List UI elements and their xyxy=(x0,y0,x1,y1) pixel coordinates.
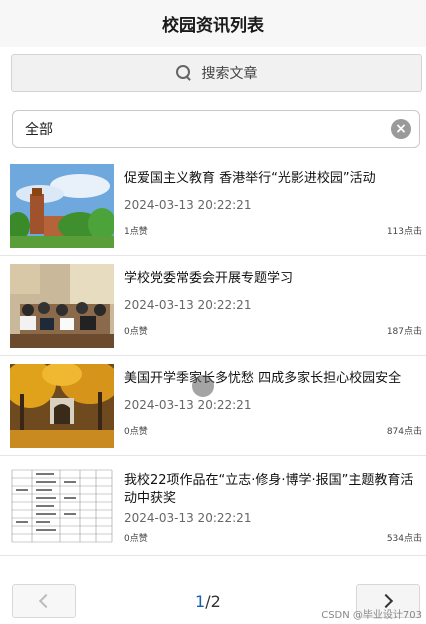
total-pages: /2 xyxy=(205,592,221,611)
list-item[interactable]: 美国开学季家长多忧愁 四成多家长担心校园安全 2024-03-13 20:22:… xyxy=(0,356,426,456)
category-filter-value: 全部 xyxy=(25,122,53,138)
article-likes: 0点赞 xyxy=(124,327,148,337)
article-clicks: 187点击 xyxy=(386,327,422,337)
page-indicator: 1/2 xyxy=(195,592,221,611)
current-page: 1 xyxy=(195,592,206,611)
list-item[interactable]: 促爱国主义教育 香港举行“光影进校园”活动 2024-03-13 20:22:2… xyxy=(0,156,426,256)
article-likes: 0点赞 xyxy=(124,534,148,544)
search-button[interactable]: 搜索文章 xyxy=(11,54,422,92)
article-date: 2024-03-13 20:22:21 xyxy=(124,398,252,412)
article-date: 2024-03-13 20:22:21 xyxy=(124,511,252,525)
article-thumbnail xyxy=(10,264,114,348)
touch-indicator xyxy=(192,375,214,397)
watermark: CSDN @毕业设计703 xyxy=(321,610,422,621)
search-icon xyxy=(175,65,192,81)
clear-icon[interactable]: × xyxy=(391,119,411,139)
article-title: 促爱国主义教育 香港举行“光影进校园”活动 xyxy=(124,171,376,186)
list-item[interactable]: 我校22项作品在“立志·修身·博学·报国”主题教育活动中获奖 2024-03-1… xyxy=(0,456,426,556)
article-list: 促爱国主义教育 香港举行“光影进校园”活动 2024-03-13 20:22:2… xyxy=(0,156,426,556)
article-title: 我校22项作品在“立志·修身·博学·报国”主题教育活动中获奖 xyxy=(124,473,414,506)
prev-page-button[interactable] xyxy=(12,584,76,618)
article-date: 2024-03-13 20:22:21 xyxy=(124,198,252,212)
article-clicks: 113点击 xyxy=(386,227,422,237)
page-title: 校园资讯列表 xyxy=(162,16,264,36)
article-thumbnail xyxy=(10,364,114,448)
article-title: 学校党委常委会开展专题学习 xyxy=(124,271,294,286)
article-date: 2024-03-13 20:22:21 xyxy=(124,298,252,312)
category-filter[interactable]: 全部 × xyxy=(12,110,420,148)
article-thumbnail xyxy=(10,164,114,248)
app-header: 校园资讯列表 xyxy=(0,0,426,47)
article-clicks: 534点击 xyxy=(386,534,422,544)
article-thumbnail xyxy=(10,464,114,548)
article-likes: 0点赞 xyxy=(124,427,148,437)
search-button-label: 搜索文章 xyxy=(201,66,258,82)
chevron-left-icon xyxy=(38,593,54,609)
article-title: 美国开学季家长多忧愁 四成多家长担心校园安全 xyxy=(124,371,402,386)
article-clicks: 874点击 xyxy=(386,427,422,437)
article-likes: 1点赞 xyxy=(124,227,148,237)
list-item[interactable]: 学校党委常委会开展专题学习 2024-03-13 20:22:21 0点赞 18… xyxy=(0,256,426,356)
